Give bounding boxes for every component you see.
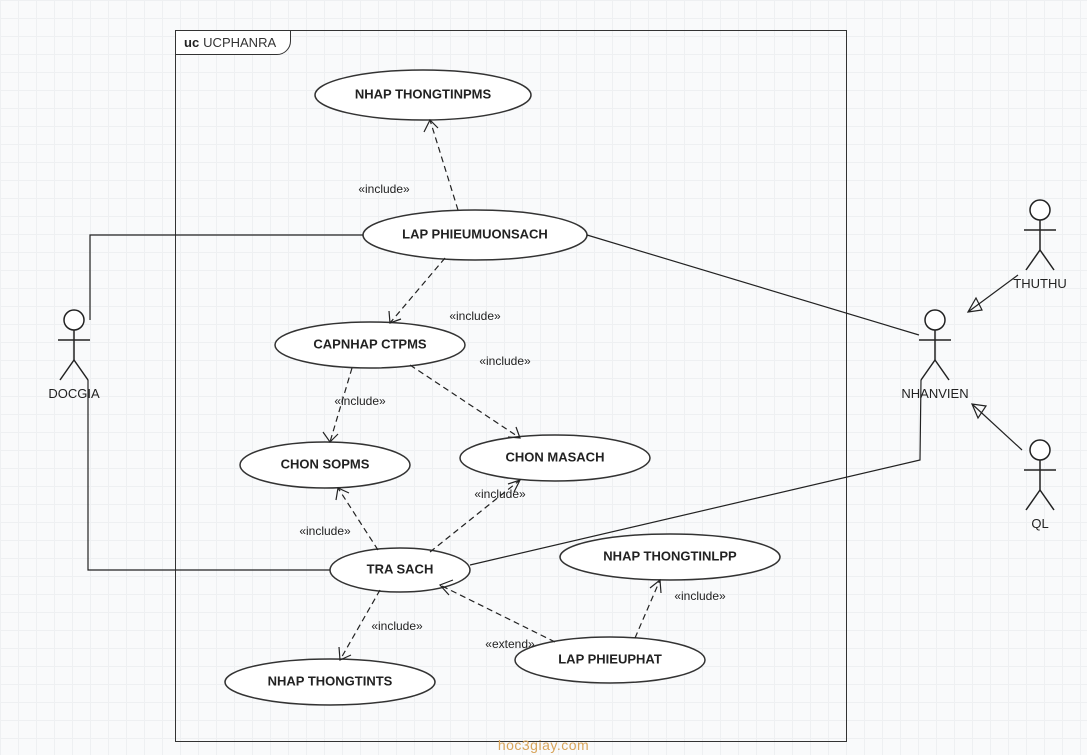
watermark: hoc3giay.com [498,737,589,753]
actor-nhanvien-label: NHANVIEN [901,386,968,401]
boundary-prefix: uc [184,35,199,50]
actor-thuthu-label: THUTHU [1013,276,1066,291]
boundary-label: uc UCPHANRA [175,30,291,55]
actor-ql: QL [1024,440,1056,531]
actor-nhanvien: NHANVIEN [901,310,968,401]
gen-ql-nhanvien [972,404,1022,450]
gen-thuthu-nhanvien [968,275,1018,312]
actor-thuthu: THUTHU [1013,200,1066,291]
system-boundary: uc UCPHANRA [175,30,847,742]
actor-docgia-label: DOCGIA [48,386,100,401]
actor-docgia: DOCGIA [48,310,100,401]
boundary-title: UCPHANRA [203,35,276,50]
actor-ql-label: QL [1031,516,1048,531]
